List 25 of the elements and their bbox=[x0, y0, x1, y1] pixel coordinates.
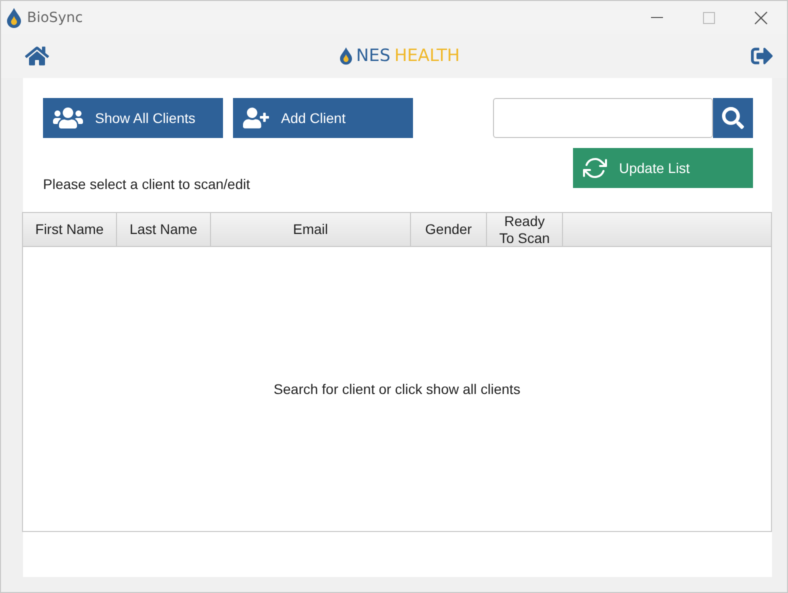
column-header[interactable]: Email bbox=[211, 213, 411, 246]
refresh-icon bbox=[583, 156, 607, 180]
minimize-icon bbox=[651, 16, 663, 18]
update-list-button[interactable]: Update List bbox=[573, 148, 753, 188]
drop-icon bbox=[340, 46, 352, 66]
drop-icon bbox=[7, 8, 21, 28]
search-field[interactable] bbox=[493, 98, 713, 138]
column-header[interactable]: Gender bbox=[411, 213, 487, 246]
window-title: BioSync bbox=[27, 10, 83, 26]
column-header[interactable]: First Name bbox=[23, 213, 117, 246]
search-icon bbox=[722, 107, 744, 129]
logo-text: HEALTH bbox=[394, 46, 460, 66]
empty-message: Search for client or click show all clients bbox=[274, 381, 520, 397]
logo-text: NES bbox=[356, 46, 390, 66]
close-icon bbox=[754, 10, 768, 24]
instruction-text: Please select a client to scan/edit bbox=[43, 176, 252, 192]
search-button[interactable] bbox=[713, 98, 753, 138]
add-client-button[interactable]: Add Client bbox=[233, 98, 413, 138]
home-icon[interactable] bbox=[25, 44, 49, 68]
exit-icon[interactable] bbox=[750, 45, 773, 67]
maximize-icon bbox=[703, 12, 715, 24]
user-plus-icon bbox=[243, 105, 269, 131]
column-header[interactable]: Last Name bbox=[117, 213, 211, 246]
show-clients-button[interactable]: Show All Clients bbox=[43, 98, 223, 138]
column-header[interactable]: Ready To Scan bbox=[487, 213, 563, 246]
